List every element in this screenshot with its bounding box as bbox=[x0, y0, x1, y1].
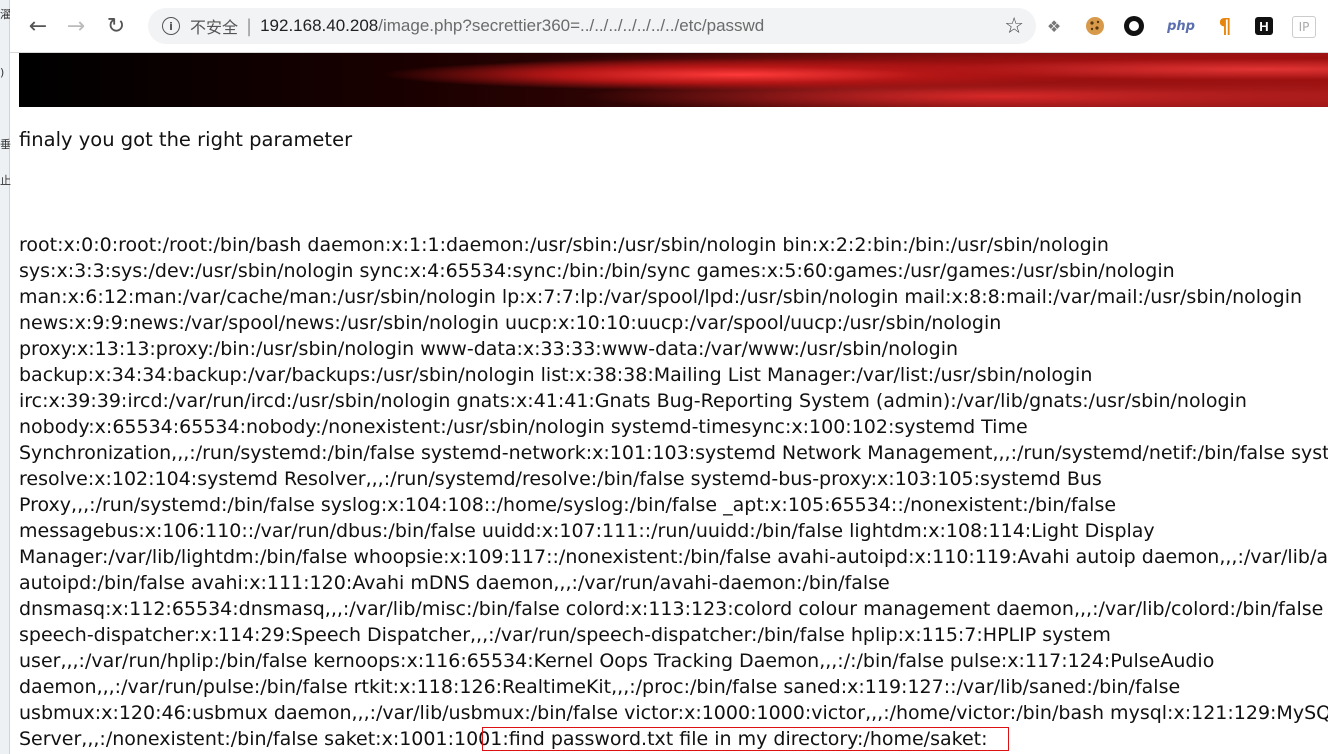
passwd-line: daemon,,,:/var/run/pulse:/bin/false rtki… bbox=[19, 676, 1181, 698]
extension-rings-icon[interactable]: ❖ bbox=[1042, 14, 1066, 38]
passwd-line: proxy:x:13:13:proxy:/bin:/usr/sbin/nolog… bbox=[19, 338, 959, 360]
pilcrow-extension-icon[interactable]: ¶ bbox=[1213, 14, 1237, 38]
forward-button[interactable]: → bbox=[62, 12, 90, 40]
address-bar[interactable]: i 不安全 | 192.168.40.208/image.php?secrett… bbox=[148, 8, 1036, 44]
php-extension-icon[interactable]: php bbox=[1163, 14, 1199, 38]
address-divider: | bbox=[246, 15, 253, 37]
h-extension-icon[interactable]: H bbox=[1252, 14, 1276, 38]
bookmark-star-icon[interactable]: ☆ bbox=[1004, 14, 1024, 39]
passwd-line: irc:x:39:39:ircd:/var/run/ircd:/usr/sbin… bbox=[19, 390, 1247, 412]
passwd-line: sys:x:3:3:sys:/dev:/usr/sbin/nologin syn… bbox=[19, 260, 1175, 282]
url-host: 192.168.40.208 bbox=[260, 16, 379, 35]
background-window-strip: 濯) 垂止 bbox=[0, 0, 11, 754]
url-text[interactable]: 192.168.40.208/image.php?secrettier360=.… bbox=[260, 16, 764, 36]
passwd-line: nobody:x:65534:65534:nobody:/nonexistent… bbox=[19, 416, 1028, 438]
circle-extension-icon[interactable] bbox=[1122, 14, 1146, 38]
header-banner-image bbox=[19, 53, 1328, 107]
passwd-line: dnsmasq:x:112:65534:dnsmasq,,,:/var/lib/… bbox=[19, 598, 1324, 620]
passwd-output: root:x:0:0:root:/root:/bin/bash daemon:x… bbox=[19, 232, 1328, 752]
passwd-line: backup:x:34:34:backup:/var/backups:/usr/… bbox=[19, 364, 1093, 386]
highlight-box bbox=[482, 727, 1009, 751]
security-label[interactable]: 不安全 bbox=[190, 14, 238, 38]
ip-extension-icon[interactable]: IP bbox=[1292, 16, 1316, 38]
passwd-line: usbmux:x:120:46:usbmux daemon,,,:/var/li… bbox=[19, 702, 1328, 724]
passwd-line: Manager:/var/lib/lightdm:/bin/false whoo… bbox=[19, 546, 1328, 568]
passwd-line: resolve:x:102:104:systemd Resolver,,,:/r… bbox=[19, 468, 1102, 490]
passwd-line: Synchronization,,,:/run/systemd:/bin/fal… bbox=[19, 442, 1328, 464]
cookie-extension-icon[interactable] bbox=[1083, 14, 1107, 38]
passwd-line: messagebus:x:106:110::/var/run/dbus:/bin… bbox=[19, 520, 1155, 542]
passwd-line: Proxy,,,:/run/systemd:/bin/false syslog:… bbox=[19, 494, 1117, 516]
browser-toolbar: ← → ↻ i 不安全 | 192.168.40.208/image.php?s… bbox=[10, 0, 1328, 53]
passwd-line: user,,,:/var/run/hplip:/bin/false kernoo… bbox=[19, 650, 1215, 672]
info-icon[interactable]: i bbox=[162, 17, 180, 35]
back-button[interactable]: ← bbox=[24, 12, 52, 40]
passwd-line: root:x:0:0:root:/root:/bin/bash daemon:x… bbox=[19, 234, 1109, 256]
svg-text:H: H bbox=[1259, 19, 1268, 34]
passwd-line: news:x:9:9:news:/var/spool/news:/usr/sbi… bbox=[19, 312, 1002, 334]
passwd-line: man:x:6:12:man:/var/cache/man:/usr/sbin/… bbox=[19, 286, 1303, 308]
passwd-line: autoipd:/bin/false avahi:x:111:120:Avahi… bbox=[19, 572, 890, 594]
page-message: finaly you got the right parameter bbox=[19, 128, 353, 151]
url-path: /image.php?secrettier360=../../../../../… bbox=[378, 16, 765, 35]
reload-button[interactable]: ↻ bbox=[102, 12, 130, 40]
passwd-line: speech-dispatcher:x:114:29:Speech Dispat… bbox=[19, 624, 1111, 646]
